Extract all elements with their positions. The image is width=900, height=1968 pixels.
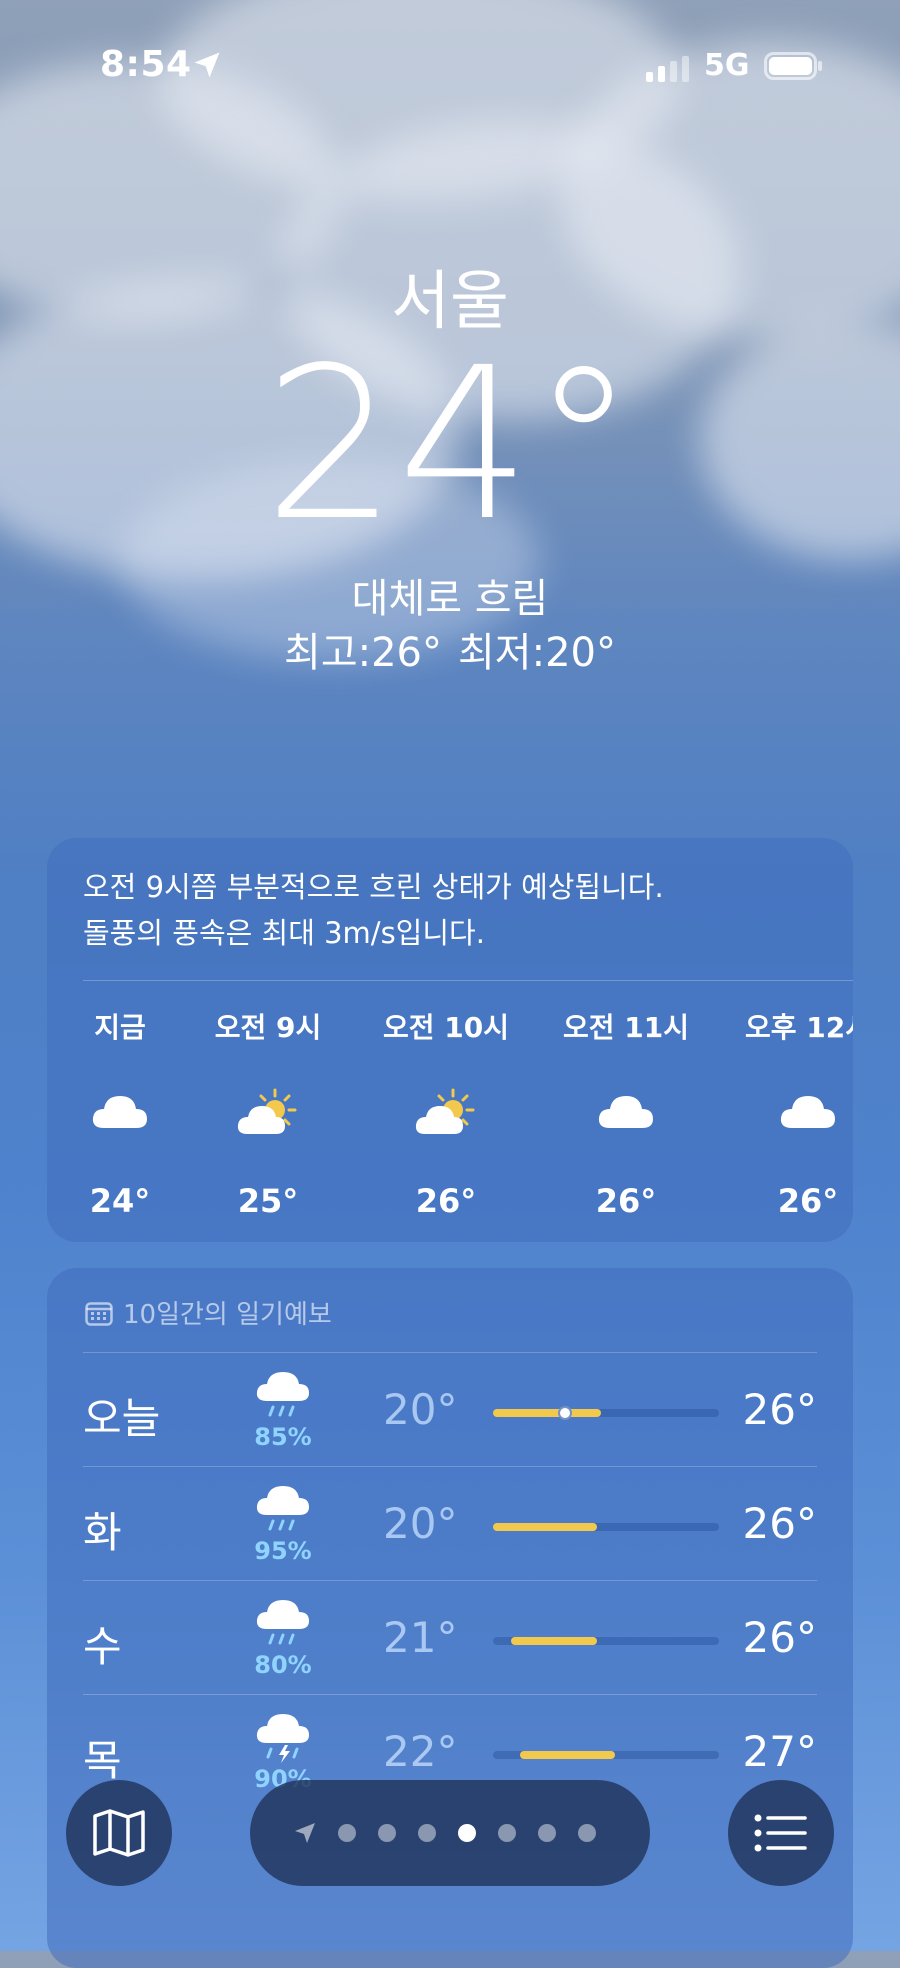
page-dot[interactable] xyxy=(378,1824,396,1842)
day-label: 화 xyxy=(83,1508,122,1557)
hour-label: 지금 xyxy=(94,1011,146,1044)
cellular-signal-icon xyxy=(646,56,689,82)
summary-line-2: 돌풍의 풍속은 최대 3m/s입니다. xyxy=(83,916,485,950)
high-temp: 26° xyxy=(742,1499,817,1548)
hour-item: 오전 11시 26° xyxy=(551,1006,701,1220)
page-dot[interactable] xyxy=(338,1824,356,1842)
hourly-summary: 오전 9시쯤 부분적으로 흐린 상태가 예상됩니다. 돌풍의 풍속은 최대 3m… xyxy=(83,864,823,956)
day-row[interactable]: 화 95% 20° 26° xyxy=(83,1466,817,1581)
thunderstorm-icon xyxy=(256,1714,309,1763)
page-dot[interactable] xyxy=(418,1824,436,1842)
temp-range-fill xyxy=(520,1751,616,1759)
hour-label: 오후 12시 xyxy=(745,1011,853,1044)
cloud-icon xyxy=(551,1088,701,1148)
list-icon xyxy=(754,1814,807,1852)
city-list-button[interactable] xyxy=(728,1780,834,1886)
cloud-icon xyxy=(733,1088,853,1148)
low-temp: 20° xyxy=(383,1499,458,1548)
day-row[interactable]: 수 80% 21° 26° xyxy=(83,1580,817,1695)
partly-sunny-icon xyxy=(371,1088,521,1148)
map-button[interactable] xyxy=(66,1780,172,1886)
cloud-icon xyxy=(47,1088,195,1148)
rain-cloud-icon xyxy=(256,1600,309,1645)
status-bar: 8:54 5G xyxy=(0,40,900,90)
hour-item: 지금 24° xyxy=(47,1006,195,1220)
page-dot[interactable] xyxy=(498,1824,516,1842)
network-type: 5G xyxy=(704,48,750,83)
condition-text: 대체로 흐림 xyxy=(351,576,549,622)
hour-label: 오전 9시 xyxy=(214,1011,322,1044)
precip-chance: 85% xyxy=(254,1423,312,1451)
hour-label: 오전 11시 xyxy=(563,1011,689,1044)
day-label: 목 xyxy=(83,1736,122,1785)
high-temp: 26° xyxy=(742,1385,817,1434)
hour-label: 오전 10시 xyxy=(383,1011,509,1044)
location-arrow-icon xyxy=(295,1823,315,1843)
low-temp: 22° xyxy=(383,1727,458,1776)
rain-cloud-icon xyxy=(256,1486,309,1531)
hour-temp: 26° xyxy=(595,1182,657,1220)
calendar-icon xyxy=(85,1301,113,1326)
summary-line-1: 오전 9시쯤 부분적으로 흐린 상태가 예상됩니다. xyxy=(83,870,664,904)
current-temp-marker xyxy=(558,1406,573,1420)
temp-range-bar xyxy=(493,1751,719,1759)
page-dot[interactable] xyxy=(538,1824,556,1842)
page-dot-active[interactable] xyxy=(458,1824,476,1842)
precip-chance: 80% xyxy=(254,1651,312,1679)
temp-range-fill xyxy=(493,1409,602,1417)
hour-temp: 26° xyxy=(415,1182,477,1220)
location-arrow-icon xyxy=(194,52,220,78)
current-temperature: 24° xyxy=(263,322,637,567)
temp-range-fill xyxy=(493,1523,597,1531)
temp-range-fill xyxy=(511,1637,597,1645)
low-temp: 20° xyxy=(383,1385,458,1434)
divider xyxy=(83,980,853,981)
temp-range-bar xyxy=(493,1523,719,1531)
map-icon xyxy=(93,1809,145,1857)
battery-icon xyxy=(764,52,822,80)
high-temp: 26° xyxy=(742,1613,817,1662)
high-temp: 최고:26° xyxy=(284,630,442,676)
hour-temp: 26° xyxy=(777,1182,839,1220)
temp-range-bar xyxy=(493,1406,719,1420)
page-indicator[interactable] xyxy=(250,1780,650,1886)
hourly-forecast-card[interactable]: 오전 9시쯤 부분적으로 흐린 상태가 예상됩니다. 돌풍의 풍속은 최대 3m… xyxy=(47,838,853,1242)
temp-range-bar xyxy=(493,1637,719,1645)
rain-cloud-icon xyxy=(256,1372,309,1417)
day-label: 오늘 xyxy=(83,1394,161,1443)
page-dot[interactable] xyxy=(578,1824,596,1842)
precip-chance: 95% xyxy=(254,1537,312,1565)
low-temp: 21° xyxy=(383,1613,458,1662)
ten-day-heading: 10일간의 일기예보 xyxy=(85,1294,332,1331)
ten-day-heading-text: 10일간의 일기예보 xyxy=(123,1300,332,1330)
hour-item: 오후 12시 26° xyxy=(733,1006,853,1220)
hour-temp: 24° xyxy=(89,1182,151,1220)
high-temp: 27° xyxy=(742,1727,817,1776)
hour-item: 오전 9시 25° xyxy=(193,1006,343,1220)
hour-item: 오전 10시 26° xyxy=(371,1006,521,1220)
partly-sunny-icon xyxy=(193,1088,343,1148)
day-row[interactable]: 오늘 85% 20° 26° xyxy=(83,1352,817,1467)
high-low: 최고:26° 최저:20° xyxy=(0,620,900,678)
hour-temp: 25° xyxy=(237,1182,299,1220)
status-time: 8:54 xyxy=(100,44,192,85)
low-temp: 최저:20° xyxy=(458,630,616,676)
day-label: 수 xyxy=(83,1622,122,1671)
